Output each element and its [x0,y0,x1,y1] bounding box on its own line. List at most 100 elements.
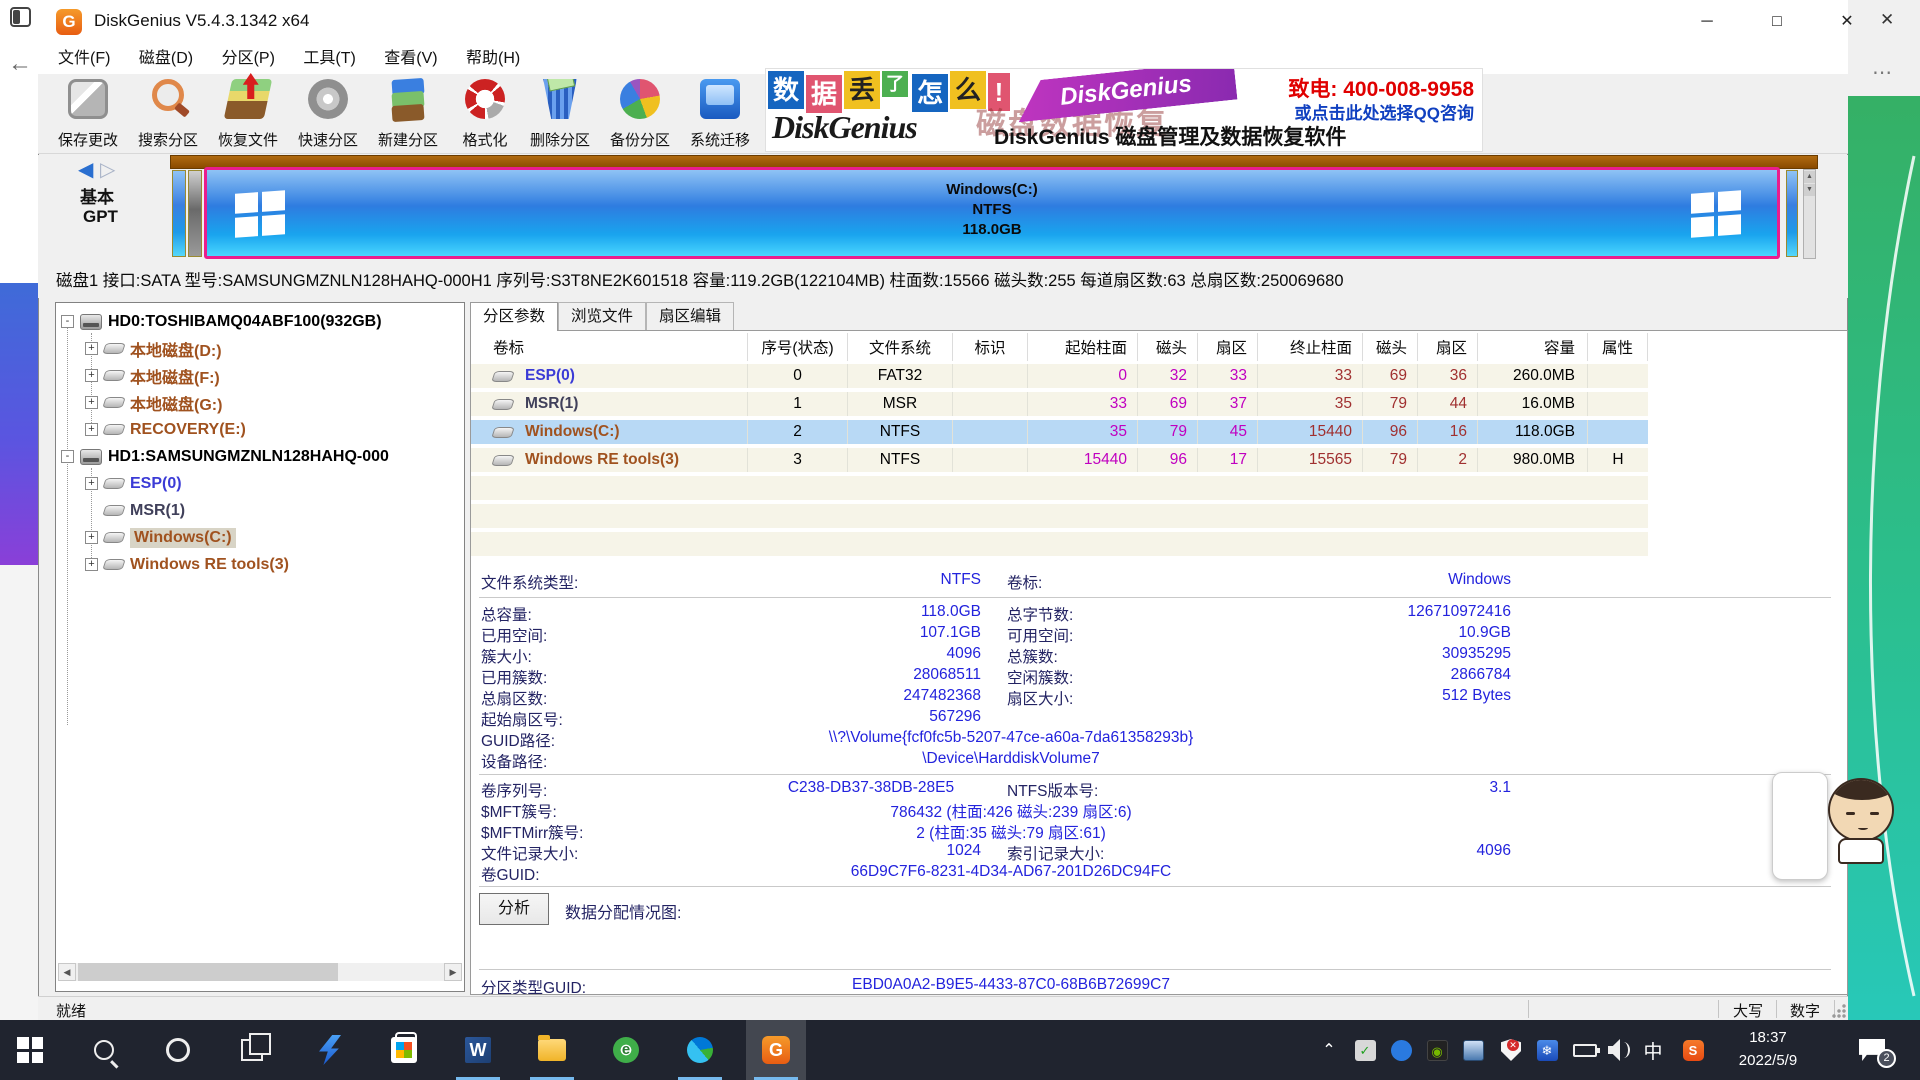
taskbar-clock[interactable]: 18:37 2022/5/9 [1718,1026,1818,1072]
tray-volume-icon[interactable] [1602,1020,1636,1080]
tree-item-recovery-e[interactable]: + RECOVERY(E:) [85,417,246,442]
tree-item-esp[interactable]: + ESP(0) [85,471,182,496]
table-row-msr[interactable]: MSR(1) 1 MSR 33 69 37 35 79 44 16.0MB [471,392,1831,416]
expand-toggle[interactable]: + [85,558,98,571]
collapse-toggle[interactable]: - [61,450,74,463]
table-row-windows-re-tools[interactable]: Windows RE tools(3) 3 NTFS 15440 96 17 1… [471,448,1831,472]
pinned-app-edge[interactable] [670,1020,730,1080]
tree-item-hd0[interactable]: - HD0:TOSHIBAMQ04ABF100(932GB) [61,309,382,334]
recover-files-button[interactable]: 恢复文件 [208,76,288,152]
menu-tools[interactable]: 工具(T) [291,44,367,74]
pinned-app-store[interactable] [374,1020,434,1080]
tab-sector-edit[interactable]: 扇区编辑 [646,302,734,330]
prev-disk-arrow[interactable]: ◀ [78,157,93,182]
scroll-up-button[interactable]: ▲ [1804,171,1815,183]
col-header[interactable]: 终止柱面 [1258,333,1363,361]
col-header[interactable]: 标识 [953,333,1028,361]
menu-help[interactable]: 帮助(H) [454,44,532,74]
tab-browse-files[interactable]: 浏览文件 [558,302,646,330]
start-button[interactable] [0,1020,60,1080]
tab-partition-parameters[interactable]: 分区参数 [470,302,558,331]
partition-panel-scrollbar[interactable]: ▲ ▼ [1803,169,1816,259]
expand-toggle[interactable]: + [85,531,98,544]
new-partition-button[interactable]: 新建分区 [368,76,448,152]
back-arrow-icon[interactable]: ← [8,50,32,78]
backup-partition-button[interactable]: 备份分区 [600,76,680,152]
partition-sliver-esp[interactable] [172,170,186,257]
tree-item-msr[interactable]: MSR(1) [85,498,185,523]
tray-ime-indicator[interactable]: 中 [1636,1020,1670,1080]
promo-banner[interactable]: 数 据 丢 了 怎 么 ! 磁盘数据恢复 DiskGenius 致电: 400-… [765,68,1483,152]
col-header[interactable]: 磁头 [1363,333,1418,361]
cortana-button[interactable] [148,1020,208,1080]
quick-partition-button[interactable]: 快速分区 [288,76,368,152]
pinned-app-flash[interactable] [300,1020,360,1080]
col-header[interactable]: 扇区 [1198,333,1258,361]
expand-toggle[interactable]: + [85,423,98,436]
ime-heart-icon[interactable] [1773,851,1827,877]
search-partition-button[interactable]: 搜索分区 [128,76,208,152]
tree-item-windows-re-tools[interactable]: + Windows RE tools(3) [85,552,289,577]
partition-sliver-re-tools[interactable] [1786,170,1798,257]
system-migration-button[interactable]: 系统迁移 [680,76,760,152]
col-header[interactable]: 文件系统 [848,333,953,361]
resize-grip[interactable] [1832,1004,1846,1018]
col-header[interactable]: 扇区 [1418,333,1478,361]
tray-intel-graphics-icon[interactable] [1456,1020,1490,1080]
notification-center-button[interactable]: 2 [1842,1020,1902,1080]
col-header[interactable]: 序号(状态) [748,333,848,361]
tree-item-local-disk-d[interactable]: + 本地磁盘(D:) [85,336,222,361]
save-changes-button[interactable]: 保存更改 [48,76,128,152]
scroll-down-button[interactable]: ▼ [1804,184,1815,196]
background-close-icon[interactable]: ✕ [1880,10,1894,30]
expand-toggle[interactable]: + [85,369,98,382]
table-row-esp[interactable]: ESP(0) 0 FAT32 0 32 33 33 69 36 260.0MB [471,364,1831,388]
tray-app-checkmark-icon[interactable]: ✓ [1348,1020,1382,1080]
ime-mode-chinese[interactable] [1773,773,1827,799]
taskbar-search-button[interactable] [74,1020,134,1080]
ime-mode-simplified[interactable] [1773,799,1827,825]
pinned-app-word[interactable]: W [448,1020,508,1080]
scrollbar-thumb[interactable] [78,963,338,981]
pinned-app-file-explorer[interactable] [522,1020,582,1080]
next-disk-arrow[interactable]: ▷ [100,157,115,182]
col-header[interactable]: 磁头 [1138,333,1198,361]
tray-sogou-icon[interactable]: S [1676,1020,1710,1080]
tree-item-local-disk-f[interactable]: + 本地磁盘(F:) [85,363,220,388]
close-button[interactable]: ✕ [1818,0,1876,44]
tree-item-windows-c[interactable]: + Windows(C:) [85,525,236,550]
background-more-icon[interactable]: ⋯ [1872,60,1893,85]
col-header[interactable]: 卷标 [471,333,748,361]
analyze-button[interactable]: 分析 [479,893,549,925]
expand-toggle[interactable]: + [85,396,98,409]
tray-chevron-button[interactable]: ⌃ [1312,1020,1346,1080]
partition-block-windows-c[interactable]: Windows(C:) NTFS 118.0GB [204,167,1780,259]
taskbar-app-diskgenius-active[interactable]: G [746,1020,806,1080]
tree-item-local-disk-g[interactable]: + 本地磁盘(G:) [85,390,222,415]
col-header[interactable]: 容量 [1478,333,1588,361]
tray-nvidia-icon[interactable]: ◉ [1420,1020,1454,1080]
collapse-toggle[interactable]: - [61,315,74,328]
tray-snowflake-icon[interactable]: ❄ [1530,1020,1564,1080]
tray-security-shield-icon[interactable]: ✕ [1494,1020,1528,1080]
ime-status-widget[interactable] [1772,772,1828,880]
tray-app-blue-icon[interactable] [1384,1020,1418,1080]
menu-file[interactable]: 文件(F) [46,44,122,74]
format-button[interactable]: 格式化 [445,76,525,152]
scroll-left-button[interactable]: ◀ [58,963,76,981]
col-header[interactable]: 起始柱面 [1028,333,1138,361]
tree-horizontal-scrollbar[interactable]: ◀ ▶ [58,963,462,981]
menu-disk[interactable]: 磁盘(D) [127,44,205,74]
table-row-windows-c-selected[interactable]: Windows(C:) 2 NTFS 35 79 45 15440 96 16 … [471,420,1831,444]
maximize-button[interactable]: □ [1748,0,1806,44]
scroll-right-button[interactable]: ▶ [444,963,462,981]
task-view-button[interactable] [222,1020,282,1080]
partition-sliver-msr[interactable] [188,170,202,257]
ime-mode-halfwidth[interactable] [1773,825,1827,851]
delete-partition-button[interactable]: 删除分区 [520,76,600,152]
tree-item-hd1[interactable]: - HD1:SAMSUNGMZNLN128HAHQ-000 [61,444,389,469]
pinned-app-browser[interactable]: e [596,1020,656,1080]
minimize-button[interactable]: ─ [1678,0,1736,44]
menu-partition[interactable]: 分区(P) [210,44,287,74]
tray-battery-icon[interactable] [1568,1020,1602,1080]
